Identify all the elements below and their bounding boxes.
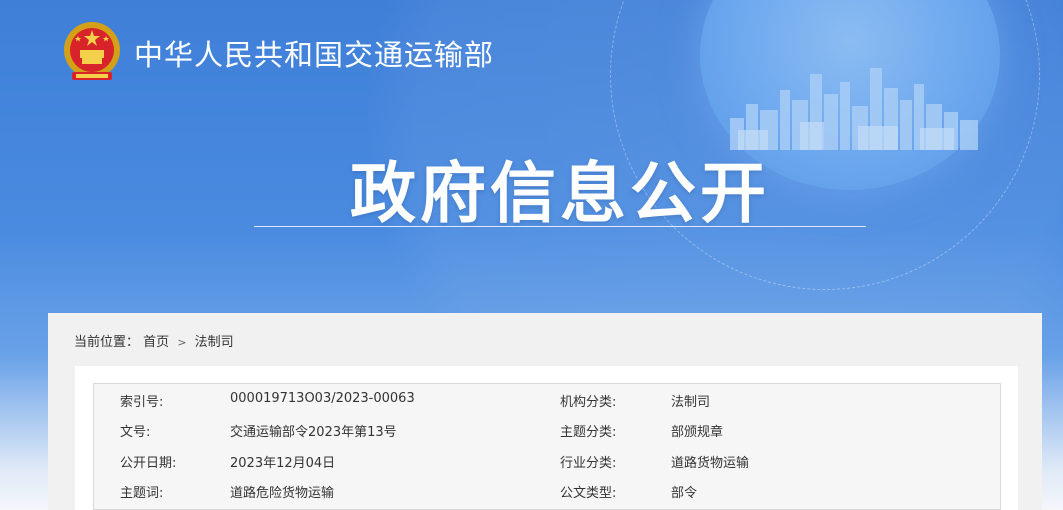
meta-value: 交通运输部令2023年第13号: [230, 425, 397, 440]
meta-label: 行业分类:: [560, 456, 617, 471]
document-card: 索引号: 000019713O03/2023-00063 机构分类: 法制司 文…: [75, 366, 1018, 510]
meta-label: 主题分类:: [560, 425, 617, 440]
meta-label: 主题词:: [120, 486, 164, 501]
page-hero-title: 政府信息公开: [350, 155, 770, 232]
meta-row: 文号: 交通运输部令2023年第13号 主题分类: 部颁规章: [94, 414, 1000, 444]
meta-label: 文号:: [120, 425, 151, 440]
document-meta-table: 索引号: 000019713O03/2023-00063 机构分类: 法制司 文…: [93, 383, 1001, 510]
meta-label: 索引号:: [120, 395, 164, 410]
national-emblem-icon: [64, 22, 120, 80]
breadcrumb-current-link[interactable]: 法制司: [195, 335, 234, 350]
meta-value: 道路货物运输: [671, 456, 750, 471]
breadcrumb-home-link[interactable]: 首页: [143, 335, 169, 350]
breadcrumb-prefix: 当前位置：: [74, 335, 140, 350]
meta-value: 道路危险货物运输: [230, 486, 335, 501]
meta-value: 000019713O03/2023-00063: [230, 391, 415, 406]
breadcrumb: 当前位置： 首页 > 法制司: [74, 331, 234, 350]
city-skyline-illustration: [730, 68, 978, 150]
meta-row: 公开日期: 2023年12月04日 行业分类: 道路货物运输: [94, 445, 1000, 475]
meta-value: 部颁规章: [671, 425, 724, 440]
breadcrumb-separator: >: [177, 336, 187, 349]
meta-value: 部令: [671, 486, 698, 501]
site-title[interactable]: 中华人民共和国交通运输部: [134, 32, 494, 74]
meta-row: 主题词: 道路危险货物运输 公文类型: 部令: [94, 475, 1000, 505]
meta-label: 公文类型:: [560, 486, 617, 501]
content-panel: 当前位置： 首页 > 法制司 索引号: 000019713O03/2023-00…: [48, 313, 1042, 510]
meta-label: 机构分类:: [560, 395, 617, 410]
meta-label: 公开日期:: [120, 456, 177, 471]
meta-row: 索引号: 000019713O03/2023-00063 机构分类: 法制司: [94, 384, 1000, 414]
hero-divider: [254, 226, 866, 227]
meta-value: 法制司: [671, 395, 711, 410]
meta-value: 2023年12月04日: [230, 456, 336, 471]
